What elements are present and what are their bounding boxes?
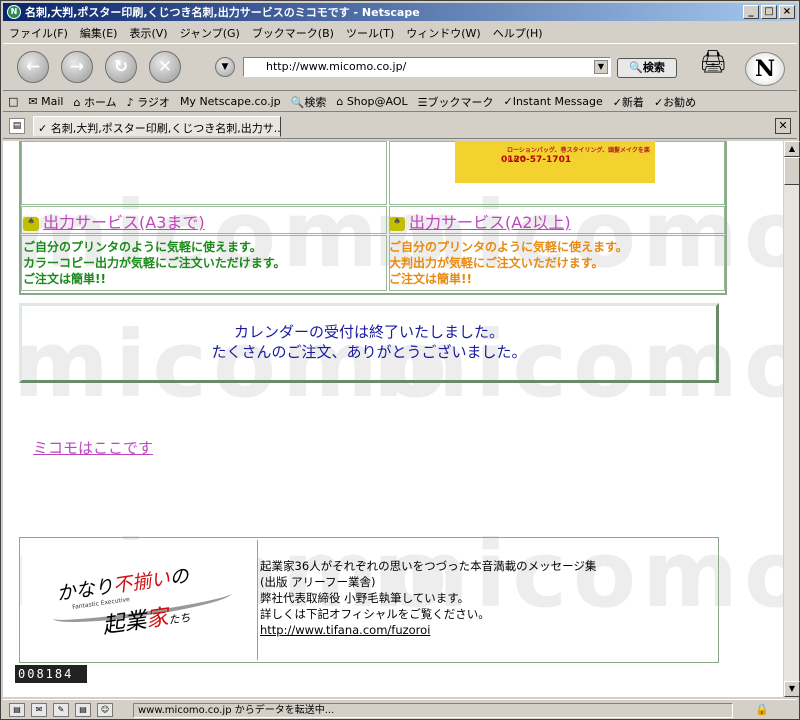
service-a3-link[interactable]: ♠ 出力サービス(A3まで): [23, 209, 205, 233]
menu-bookmarks[interactable]: ブックマーク(B): [246, 25, 340, 41]
netscape-icon: N: [7, 5, 21, 19]
close-button[interactable]: ×: [779, 5, 795, 19]
browser-window: N 名刺,大判,ポスター印刷,くじつき名刺,出力サービスのミコモです - Net…: [0, 0, 800, 720]
visitor-counter: 008184: [15, 665, 87, 683]
book-description: 起業家36人がそれぞれの思いをつづった本音満載のメッセージ集 (出版 アリーフー…: [260, 559, 597, 637]
personal-toolbar: □ ✉ Mail ⌂ ホーム ♪ ラジオ My Netscape.co.jp 🔍…: [3, 92, 797, 112]
title-bar: N 名刺,大判,ポスター印刷,くじつき名刺,出力サービスのミコモです - Net…: [3, 3, 797, 21]
page-content: micomo micomo micomo micomo micomo micom…: [3, 141, 783, 697]
book-promo: かなり不揃いの Fantastic Executive 起業家たち 起業家36人…: [19, 537, 719, 663]
history-dropdown-icon[interactable]: ▼: [215, 57, 235, 77]
status-text: www.micomo.co.jp からデータを転送中...: [133, 703, 733, 718]
service-a3-description: ご自分のプリンタのように気軽に使えます。 カラーコピー出力が気軽にご注文いただけ…: [23, 240, 286, 286]
im-icon[interactable]: ☺: [97, 702, 113, 717]
stop-icon[interactable]: ✕: [149, 51, 181, 83]
menu-tools[interactable]: ツール(T): [340, 25, 400, 41]
home-tab-icon[interactable]: □: [3, 95, 23, 108]
scroll-thumb[interactable]: [784, 157, 800, 185]
scroll-up-icon[interactable]: ▲: [784, 141, 800, 157]
book-official-link[interactable]: http://www.tifana.com/fuzoroi: [260, 623, 430, 637]
window-title: 名刺,大判,ポスター印刷,くじつき名刺,出力サービスのミコモです - Netsc…: [25, 6, 420, 19]
url-input[interactable]: http://www.micomo.co.jp/ ▼: [243, 57, 611, 77]
mail-icon[interactable]: ✉: [31, 702, 47, 717]
navigation-toolbar: ← → ↻ ✕ ▼ http://www.micomo.co.jp/ ▼ 🔍検索…: [3, 43, 797, 91]
tab-bar: ▤ ✓ 名刺,大判,ポスター印刷,くじつき名刺,出力サ... ✕: [3, 114, 797, 139]
tab-current[interactable]: ✓ 名刺,大判,ポスター印刷,くじつき名刺,出力サ...: [33, 116, 281, 137]
menu-go[interactable]: ジャンプ(G): [174, 25, 246, 41]
toolbar-netscape[interactable]: My Netscape.co.jp: [175, 95, 286, 108]
scroll-down-icon[interactable]: ▼: [784, 681, 800, 697]
toolbar-recommend[interactable]: ✓お勧め: [649, 94, 701, 110]
menu-bar: ファイル(F) 編集(E) 表示(V) ジャンプ(G) ブックマーク(B) ツー…: [3, 23, 797, 42]
toolbar-mail[interactable]: ✉ Mail: [23, 95, 68, 108]
menu-file[interactable]: ファイル(F): [3, 25, 74, 41]
lock-icon[interactable]: 🔒: [755, 703, 769, 716]
service-a2-description: ご自分のプリンタのように気軽に使えます。 大判出力が気軽にご注文いただけます。 …: [389, 240, 628, 286]
toolbar-radio[interactable]: ♪ ラジオ: [122, 94, 175, 110]
url-dropdown-icon[interactable]: ▼: [594, 60, 608, 74]
print-icon[interactable]: 🖨: [699, 50, 729, 78]
ad-banner[interactable]: ローションバッグ、巻スタイリング、頭髪メイクを楽しんで 0120-57-1701: [455, 141, 655, 183]
stamp-icon: ♠: [389, 216, 405, 231]
forward-icon[interactable]: →: [61, 51, 93, 83]
menu-help[interactable]: ヘルプ(H): [487, 25, 549, 41]
toolbar-instant-message[interactable]: ✓Instant Message: [499, 95, 608, 108]
status-bar: ▤ ✉ ✎ ▤ ☺ www.micomo.co.jp からデータを転送中... …: [3, 699, 797, 719]
maximize-button[interactable]: □: [761, 5, 777, 19]
back-icon[interactable]: ←: [17, 51, 49, 83]
toolbar-home[interactable]: ⌂ ホーム: [68, 94, 121, 110]
minimize-button[interactable]: _: [743, 5, 759, 19]
composer-icon[interactable]: ✎: [53, 702, 69, 717]
search-button[interactable]: 🔍検索: [617, 58, 677, 78]
book-logo-image[interactable]: かなり不揃いの Fantastic Executive 起業家たち: [22, 540, 258, 660]
table-cell: [21, 141, 387, 205]
toolbar-shop[interactable]: ⌂ Shop@AOL: [331, 95, 412, 108]
new-tab-icon[interactable]: ▤: [9, 118, 25, 134]
toolbar-bookmarks[interactable]: ☰ブックマーク: [413, 94, 499, 110]
toolbar-search[interactable]: 🔍検索: [286, 94, 332, 110]
service-a2-link[interactable]: ♠ 出力サービス(A2以上): [389, 209, 571, 233]
addressbook-icon[interactable]: ▤: [75, 702, 91, 717]
toolbar-new[interactable]: ✓新着: [608, 94, 649, 110]
url-text: http://www.micomo.co.jp/: [266, 60, 407, 73]
menu-edit[interactable]: 編集(E): [74, 25, 124, 41]
calendar-notice: カレンダーの受付は終了いたしました。 たくさんのご注文、ありがとうございました。: [19, 303, 719, 383]
vertical-scrollbar[interactable]: ▲ ▼: [783, 141, 800, 697]
menu-window[interactable]: ウィンドウ(W): [400, 25, 486, 41]
navigator-icon[interactable]: ▤: [9, 702, 25, 717]
close-tab-icon[interactable]: ✕: [775, 118, 791, 134]
stamp-icon: ♠: [23, 216, 39, 231]
menu-view[interactable]: 表示(V): [123, 25, 173, 41]
netscape-logo[interactable]: N: [745, 52, 785, 86]
map-link[interactable]: ミコモはここです: [33, 437, 153, 458]
reload-icon[interactable]: ↻: [105, 51, 137, 83]
